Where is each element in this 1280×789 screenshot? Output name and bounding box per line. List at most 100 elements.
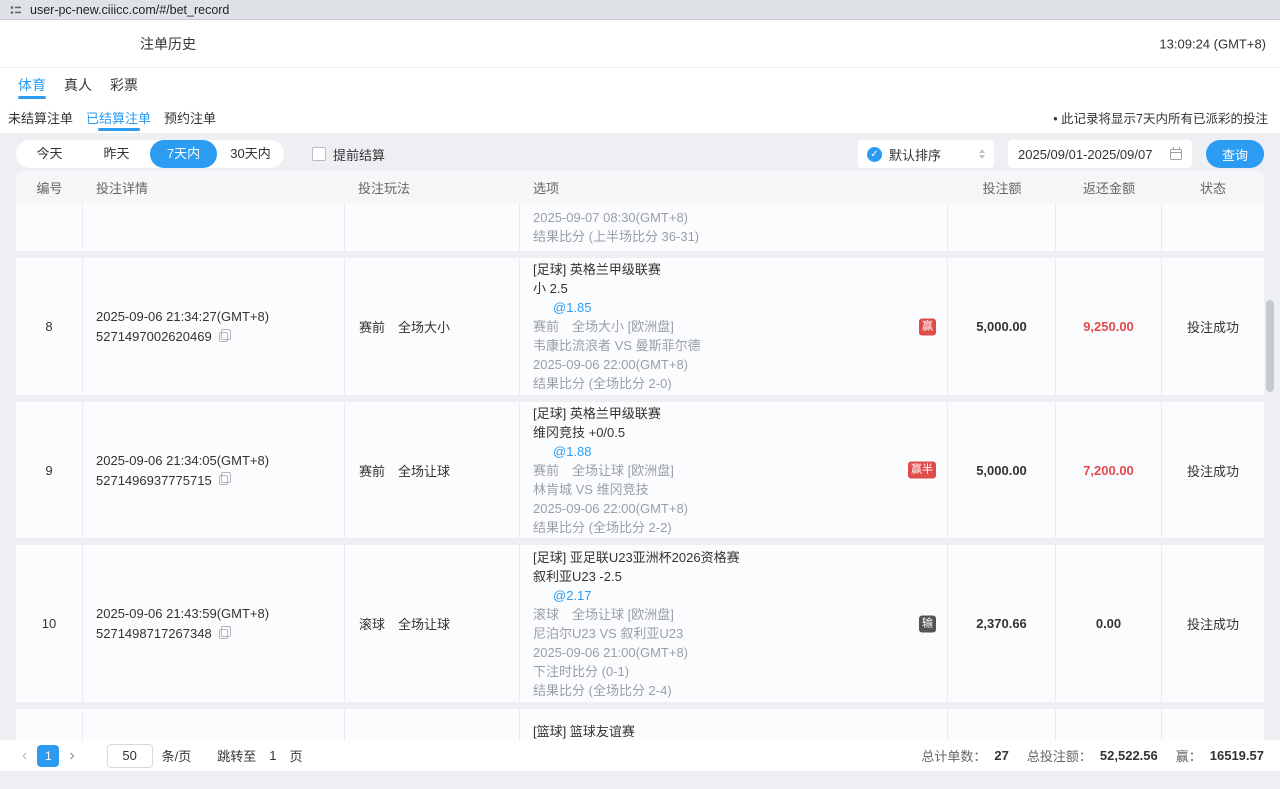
option-meta-line: 下注时比分 (0-1) — [533, 662, 903, 681]
table-row: 82025-09-06 21:34:27(GMT+8)5271497002620… — [16, 258, 1264, 395]
vertical-scrollbar-thumb[interactable] — [1266, 300, 1274, 392]
bet-ticket-line: 5271497002620469 — [96, 329, 344, 344]
row-id-cell — [16, 709, 83, 740]
early-settle-checkbox-wrap[interactable]: 提前结算 — [312, 145, 385, 164]
early-settle-checkbox[interactable] — [312, 147, 326, 161]
table-row: 10 2025-09-06 21:43:59(GMT+8) 527149871726… — [16, 545, 1264, 702]
selection-text: 小 2.5 — [533, 279, 903, 298]
bet-ticket-line: 5271498717267348 — [96, 626, 344, 641]
current-page-button[interactable]: 1 — [37, 745, 59, 767]
filter-7days[interactable]: 7天内 — [150, 140, 217, 168]
row-id-cell: 10 — [16, 545, 83, 702]
selection-text: 叙利亚U23 -2.5 — [533, 567, 903, 586]
option-title-line: [足球] 亚足联U23亚洲杯2026资格赛 — [533, 548, 903, 567]
total-win-label: 赢： — [1176, 746, 1202, 765]
table-body: 2025-09-07 08:30(GMT+8)结果比分 (上半场比分 36-31… — [16, 203, 1264, 740]
tab-live[interactable]: 真人 — [64, 68, 92, 101]
option-title-line: [篮球] 篮球友谊赛 — [533, 722, 903, 740]
option-meta-line: 2025-09-06 22:00(GMT+8) — [533, 499, 903, 518]
option-meta-line: 2025-09-07 08:30(GMT+8) — [533, 208, 903, 227]
subtab-settled[interactable]: 已结算注单 — [86, 101, 151, 133]
status-cell: 投注成功 — [1162, 402, 1264, 538]
filter-yesterday[interactable]: 昨天 — [83, 140, 150, 168]
tab-sports[interactable]: 体育 — [18, 68, 46, 101]
bet-time: 2025-09-06 21:34:05(GMT+8) — [96, 453, 344, 468]
table-header: 编号 投注详情 投注玩法 选项 投注额 返还金额 状态 — [16, 171, 1264, 203]
prev-page-icon[interactable]: ‹ — [16, 748, 33, 764]
total-count-label: 总计单数： — [921, 746, 986, 765]
tab-lottery[interactable]: 彩票 — [110, 68, 138, 101]
status-cell: 投注成功 — [1162, 545, 1264, 702]
option-meta-line: 赛前 全场大小 [欧洲盘] — [533, 317, 903, 336]
browser-address-bar[interactable]: user-pc-new.ciiicc.com/#/bet_record — [0, 0, 1280, 20]
play-type-cell — [345, 203, 520, 251]
bet-detail-cell: 2025-09-06 21:43:59(GMT+8) 52714987172673… — [83, 545, 345, 702]
ticket-number: 5271496937775715 — [96, 473, 212, 488]
option-title-line: [足球] 英格兰甲级联赛 — [533, 260, 903, 279]
page-header: 注单历史 13:09:24 (GMT+8) 体育 真人 彩票 未结算注单 已结算… — [0, 20, 1280, 133]
ticket-number: 5271498717267348 — [96, 626, 212, 641]
quick-date-filters: 今天 昨天 7天内 30天内 — [16, 140, 284, 168]
date-range-picker[interactable]: 2025/09/01-2025/09/07 — [1008, 140, 1192, 168]
payout-cell — [1056, 709, 1162, 740]
result-badge: 赢半 — [908, 462, 936, 479]
option-cell: [篮球] 篮球友谊赛 — [520, 709, 948, 740]
bet-time: 2025-09-06 21:43:59(GMT+8) — [96, 606, 344, 621]
page-size-input[interactable] — [107, 744, 153, 768]
server-clock: 13:09:24 (GMT+8) — [1159, 36, 1266, 51]
selection-text: 维冈竞技 +0/0.5 — [533, 423, 903, 442]
option-title-line: [足球] 英格兰甲级联赛 — [533, 404, 903, 423]
option-meta-line: 结果比分 (全场比分 2-4) — [533, 681, 903, 700]
date-range-value: 2025/09/01-2025/09/07 — [1018, 147, 1152, 162]
copy-icon[interactable] — [219, 332, 228, 342]
page-url: user-pc-new.ciiicc.com/#/bet_record — [30, 3, 229, 17]
pagination-bar: ‹ 1 › 条/页 跳转至 1 页 总计单数： 27 总投注额： 52,522.… — [0, 740, 1280, 771]
row-id-cell: 8 — [16, 258, 83, 395]
table-row: [篮球] 篮球友谊赛 — [16, 709, 1264, 740]
filter-30days[interactable]: 30天内 — [217, 140, 284, 168]
option-cell: [足球] 英格兰甲级联赛维冈竞技 +0/0.5@1.88赛前 全场让球 [欧洲盘… — [520, 402, 948, 538]
filter-bar: 今天 昨天 7天内 30天内 提前结算 ✓ 默认排序 2025/09/01-20… — [16, 140, 1264, 168]
header-stake: 投注额 — [948, 171, 1056, 203]
header-id: 编号 — [16, 171, 83, 203]
option-cell: [足球] 英格兰甲级联赛小 2.5@1.85赛前 全场大小 [欧洲盘]韦康比流浪… — [520, 258, 948, 395]
subtab-reserved[interactable]: 预约注单 — [164, 101, 216, 133]
stake-cell — [948, 709, 1056, 740]
payout-cell: 7,200.00 — [1056, 402, 1162, 538]
header-detail: 投注详情 — [83, 171, 345, 203]
status-cell — [1162, 709, 1264, 740]
next-page-icon[interactable]: › — [63, 748, 80, 764]
jump-to-label: 跳转至 — [217, 746, 256, 765]
play-type-cell: 赛前 全场让球 — [345, 402, 520, 538]
stake-cell: 2,370.66 — [948, 545, 1056, 702]
option-cell: 2025-09-07 08:30(GMT+8)结果比分 (上半场比分 36-31… — [520, 203, 948, 251]
option-meta-line: 结果比分 (上半场比分 36-31) — [533, 227, 903, 246]
result-badge: 赢 — [919, 318, 936, 335]
filter-today[interactable]: 今天 — [16, 140, 83, 168]
copy-icon[interactable] — [219, 475, 228, 485]
payout-cell: 9,250.00 — [1056, 258, 1162, 395]
odds-value: @1.88 — [553, 442, 903, 461]
bet-detail-cell — [83, 709, 345, 740]
bet-record-table: 编号 投注详情 投注玩法 选项 投注额 返还金额 状态 2025-09-07 0… — [16, 171, 1264, 740]
option-cell: [足球] 亚足联U23亚洲杯2026资格赛叙利亚U23 -2.5@2.17滚球 … — [520, 545, 948, 702]
calendar-icon — [1170, 149, 1182, 160]
stake-cell: 5,000.00 — [948, 258, 1056, 395]
play-type-cell: 赛前 全场大小 — [345, 258, 520, 395]
page-title: 注单历史 — [140, 34, 196, 54]
bet-detail-cell: 2025-09-06 21:34:27(GMT+8)52714970026204… — [83, 258, 345, 395]
option-meta-line: 林肯城 VS 维冈竞技 — [533, 480, 903, 499]
subtab-unsettled[interactable]: 未结算注单 — [8, 101, 73, 133]
search-button[interactable]: 查询 — [1206, 140, 1264, 168]
jump-page-input[interactable]: 1 — [269, 748, 276, 763]
odds-value: @2.17 — [553, 586, 903, 605]
sorter-caret-icon — [979, 149, 985, 159]
sort-select[interactable]: ✓ 默认排序 — [858, 140, 994, 168]
option-meta-line: 滚球 全场让球 [欧洲盘] — [533, 605, 903, 624]
result-badge: 输 — [919, 615, 936, 632]
option-meta-line: 尼泊尔U23 VS 叙利亚U23 — [533, 624, 903, 643]
per-page-label: 条/页 — [162, 746, 192, 765]
copy-icon[interactable] — [219, 629, 228, 639]
payout-cell: 0.00 — [1056, 545, 1162, 702]
option-selection-line: 维冈竞技 +0/0.5@1.88 — [533, 423, 903, 461]
